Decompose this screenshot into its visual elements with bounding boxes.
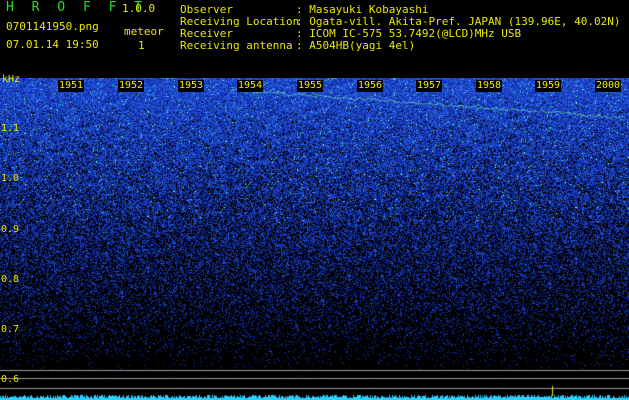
x-tick-1954: 1954	[237, 80, 264, 92]
x-tick-1959: 1959	[535, 80, 562, 92]
datetime: 07.01.14 19:50	[6, 38, 99, 51]
y-tick-1-1: 1.1	[1, 123, 20, 134]
file-name: 0701141950.png	[6, 20, 99, 33]
x-tick-1956: 1956	[357, 80, 384, 92]
x-tick-1953: 1953	[178, 80, 205, 92]
x-tick-1955: 1955	[297, 80, 324, 92]
x-tick-1951: 1951	[58, 80, 85, 92]
x-tick-1957: 1957	[416, 80, 443, 92]
antenna-value: : A504HB(yagi 4el)	[296, 39, 416, 52]
spectrogram-canvas	[0, 78, 629, 400]
y-unit-label: kHz	[2, 74, 21, 85]
y-tick-0-7: 0.7	[1, 324, 20, 335]
y-tick-0-6: 0.6	[1, 374, 20, 385]
y-tick-0-9: 0.9	[1, 224, 20, 235]
x-tick-1952: 1952	[118, 80, 145, 92]
mode-count: 1	[138, 39, 145, 52]
x-tick-2000: 2000	[595, 80, 622, 92]
x-tick-1958: 1958	[476, 80, 503, 92]
header-panel: H R O F F T 1.0.0 0701141950.png 07.01.1…	[0, 0, 629, 78]
y-tick-0-8: 0.8	[1, 274, 20, 285]
app-version: 1.0.0	[122, 2, 156, 15]
y-tick-1-0: 1.0	[1, 173, 20, 184]
mode-label: meteor	[124, 25, 164, 38]
antenna-label: Receiving antenna	[180, 39, 293, 52]
